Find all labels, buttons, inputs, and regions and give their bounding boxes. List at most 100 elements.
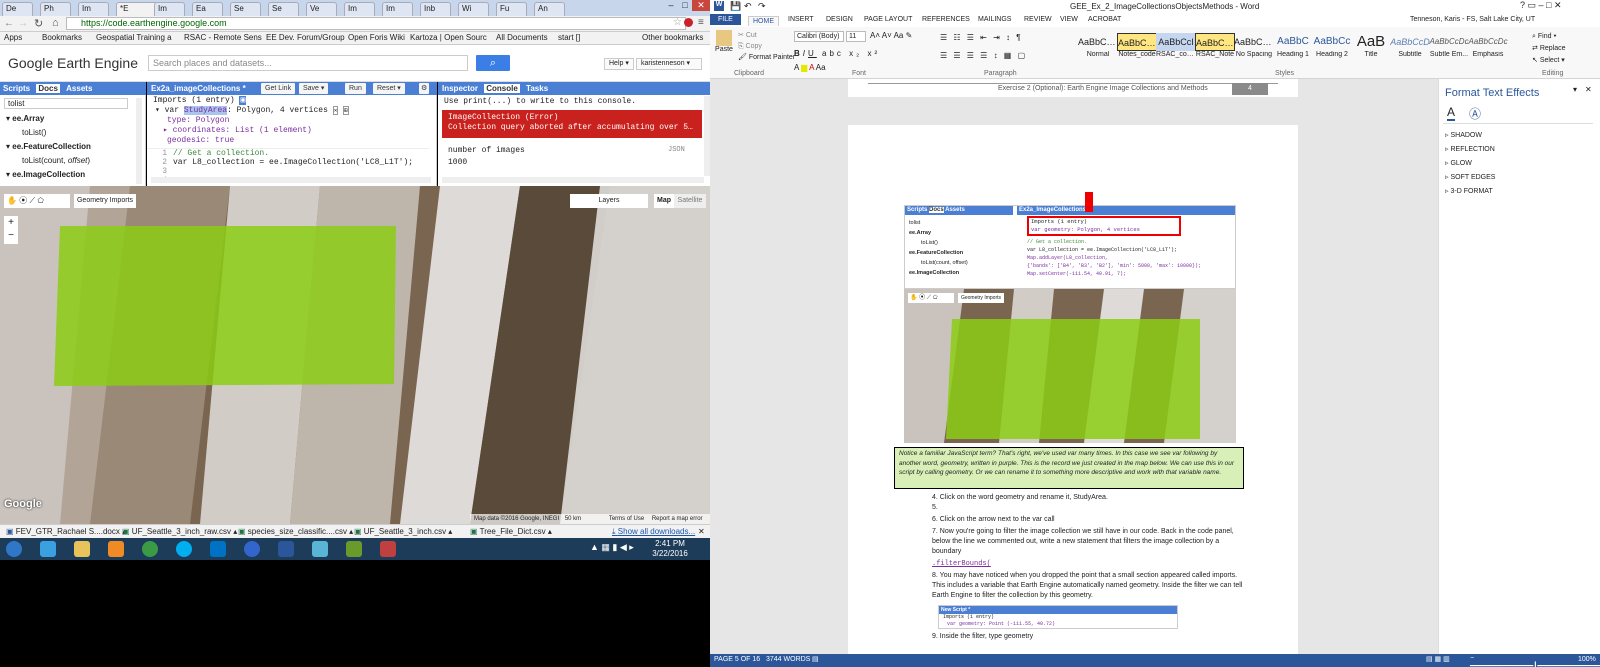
satellite-type-button[interactable]: Satellite bbox=[674, 194, 706, 208]
fte-reflection[interactable]: ▹ REFLECTION bbox=[1445, 145, 1495, 153]
tab-mailings[interactable]: MAILINGS bbox=[978, 16, 1011, 23]
browser-tab[interactable]: Im bbox=[78, 2, 109, 16]
map-type-button[interactable]: Map bbox=[654, 194, 674, 208]
reload-icon[interactable]: ↻ bbox=[34, 17, 43, 30]
proofing-icon[interactable]: ▤ bbox=[812, 655, 819, 663]
docs-item[interactable]: toList() bbox=[6, 126, 130, 140]
browser-tab[interactable]: Im bbox=[154, 2, 185, 16]
json-button[interactable]: JSON bbox=[668, 146, 685, 154]
layers-button[interactable]: Layers bbox=[570, 194, 648, 208]
zoom-level[interactable]: 100% bbox=[1578, 656, 1596, 663]
tab-insert[interactable]: INSERT bbox=[788, 16, 814, 23]
show-all-downloads[interactable]: ⤓ Show all downloads... bbox=[612, 527, 695, 537]
report-link[interactable]: Report a map error bbox=[652, 516, 703, 522]
select-button[interactable]: ↖ Select ▾ bbox=[1532, 55, 1566, 67]
coordinates-line[interactable]: ▸ coordinates: List (1 element) bbox=[153, 126, 423, 136]
ee-logo[interactable]: Google Earth Engine bbox=[8, 55, 138, 71]
bookmark-bookmarks[interactable]: Bookmarks bbox=[42, 33, 82, 42]
tab-file[interactable]: FILE bbox=[710, 14, 741, 25]
get-link-button[interactable]: Get Link bbox=[261, 83, 296, 94]
places-search-input[interactable]: Search places and datasets... bbox=[148, 55, 468, 71]
format-painter-button[interactable]: 🖌 Format Painter bbox=[738, 52, 795, 63]
browser-tab[interactable]: Se bbox=[268, 2, 299, 16]
page-count[interactable]: PAGE 5 OF 16 bbox=[714, 656, 760, 663]
text-effects-icon[interactable]: Ⓐ bbox=[1469, 105, 1481, 122]
word-count[interactable]: 3744 WORDS bbox=[766, 656, 810, 663]
terms-link[interactable]: Terms of Use bbox=[609, 516, 644, 522]
explorer-icon[interactable] bbox=[74, 541, 90, 557]
app3-icon[interactable] bbox=[346, 541, 362, 557]
paste-button[interactable]: Paste bbox=[714, 30, 734, 53]
error-box[interactable]: ImageCollection (Error) Collection query… bbox=[442, 110, 702, 138]
download-item[interactable]: ▣ FEV_GTR_Rachael S....docx ▴ bbox=[6, 527, 126, 536]
chrome-icon[interactable] bbox=[142, 541, 158, 557]
user-name[interactable]: Tenneson, Karis - FS, Salt Lake City, UT bbox=[1410, 16, 1535, 23]
bookmark-start[interactable]: start [] bbox=[558, 33, 580, 42]
tab-inspector[interactable]: Inspector bbox=[442, 84, 478, 93]
polygon-icon[interactable]: ⬠ bbox=[37, 196, 44, 205]
save-icon[interactable]: 💾 bbox=[730, 1, 741, 12]
style-4[interactable]: AaBbCcDc No Spacing bbox=[1234, 33, 1274, 63]
bookmark-other[interactable]: Other bookmarks bbox=[642, 33, 703, 42]
browser-tab[interactable]: Ph bbox=[40, 2, 71, 16]
close-downloads-icon[interactable]: ✕ bbox=[698, 527, 705, 536]
style-7[interactable]: AaB Title bbox=[1351, 33, 1391, 63]
search-button[interactable]: ⌕ bbox=[476, 55, 510, 71]
tab-review[interactable]: REVIEW bbox=[1024, 16, 1052, 23]
app2-icon[interactable] bbox=[312, 541, 328, 557]
close-icon[interactable]: ✕ bbox=[692, 0, 710, 11]
document-area[interactable]: Exercise 2 (Optional): Earth Engine Imag… bbox=[710, 79, 1438, 654]
style-2[interactable]: AaBbCcI RSAC_con... bbox=[1156, 33, 1196, 63]
tab-docs[interactable]: Docs bbox=[36, 84, 60, 93]
docs-scrollbar[interactable] bbox=[136, 98, 142, 184]
tab-assets[interactable]: Assets bbox=[66, 84, 92, 93]
user-button[interactable]: karistenneson ▾ bbox=[636, 58, 702, 70]
import-var-line[interactable]: ▾ var StudyArea: Polygon, 4 vertices ✕ ⊞ bbox=[153, 106, 423, 116]
app-icon[interactable] bbox=[244, 541, 260, 557]
bookmark-kartoza[interactable]: Kartoza | Open Sourc bbox=[410, 33, 487, 42]
align-buttons[interactable]: ☰ ☰ ☰ ☰ ↕ ▦ ▢ bbox=[940, 51, 1027, 60]
line-icon[interactable]: ⟋ bbox=[29, 196, 35, 205]
font-format-buttons[interactable]: BIU abc x₂ x² bbox=[794, 49, 880, 58]
download-item[interactable]: ▣ UF_Seattle_3_inch_raw.csv ▴ bbox=[122, 527, 237, 536]
font-name-select[interactable]: Calibri (Body) bbox=[794, 31, 844, 42]
download-item[interactable]: ▣ Tree_File_Dict.csv ▴ bbox=[470, 527, 552, 536]
tab-console[interactable]: Console bbox=[484, 84, 520, 93]
tab-view[interactable]: VIEW bbox=[1060, 16, 1078, 23]
hand-icon[interactable]: ✋ bbox=[7, 196, 17, 205]
browser-tab[interactable]: Im bbox=[382, 2, 413, 16]
forward-icon[interactable]: → bbox=[18, 18, 28, 29]
view-buttons[interactable]: ▤ ▦ ▥ bbox=[1426, 655, 1450, 663]
browser-tab[interactable]: *E bbox=[116, 2, 158, 16]
browser-tab[interactable]: Wi bbox=[458, 2, 489, 16]
tab-scripts[interactable]: Scripts bbox=[3, 84, 30, 93]
bookmark-rsac[interactable]: RSAC - Remote Sens bbox=[184, 33, 262, 42]
style-3[interactable]: AaBbCcD RSAC_Note bbox=[1195, 33, 1235, 63]
browser-tab[interactable]: Inb bbox=[420, 2, 451, 16]
save-button[interactable]: Save ▾ bbox=[299, 83, 329, 94]
font-size-select[interactable]: 11 bbox=[846, 31, 866, 42]
pinterest-icon[interactable] bbox=[684, 18, 693, 27]
geometry-imports-button[interactable]: Geometry Imports bbox=[74, 194, 136, 208]
bookmark-apps[interactable]: Apps bbox=[4, 33, 22, 42]
tab-design[interactable]: DESIGN bbox=[826, 16, 853, 23]
var-name[interactable]: StudyArea bbox=[183, 106, 228, 115]
zoom-in-icon[interactable]: + bbox=[4, 216, 18, 229]
style-0[interactable]: AaBbCcDc Normal bbox=[1078, 33, 1118, 63]
address-bar[interactable]: https://code.earthengine.google.com bbox=[66, 17, 686, 30]
docs-item[interactable]: toList(count, offset) bbox=[6, 154, 130, 168]
download-item[interactable]: ▣ species_size_classific....csv ▴ bbox=[238, 527, 353, 536]
star-icon[interactable]: ☆ bbox=[673, 17, 682, 28]
tray-icons[interactable]: ▲ ▦ ▮ ◀ ▸ bbox=[590, 542, 634, 553]
list-buttons[interactable]: ☰ ☷ ☰ ⇤ ⇥ ↕ ¶ bbox=[940, 33, 1023, 42]
text-fill-icon[interactable]: A bbox=[1447, 105, 1456, 121]
fte-shadow[interactable]: ▹ SHADOW bbox=[1445, 131, 1482, 139]
fte-3d-format[interactable]: ▹ 3-D FORMAT bbox=[1445, 187, 1493, 195]
browser-tab[interactable]: Ve bbox=[306, 2, 337, 16]
browser-tab[interactable]: An bbox=[534, 2, 565, 16]
browser-tab[interactable]: Fu bbox=[496, 2, 527, 16]
redo-icon[interactable]: ↷ bbox=[758, 1, 766, 12]
find-button[interactable]: ⌕ Find ▾ bbox=[1532, 31, 1566, 43]
bookmark-openforis[interactable]: Open Foris Wiki bbox=[348, 33, 405, 42]
settings-icon[interactable]: ⚙ bbox=[419, 83, 430, 94]
